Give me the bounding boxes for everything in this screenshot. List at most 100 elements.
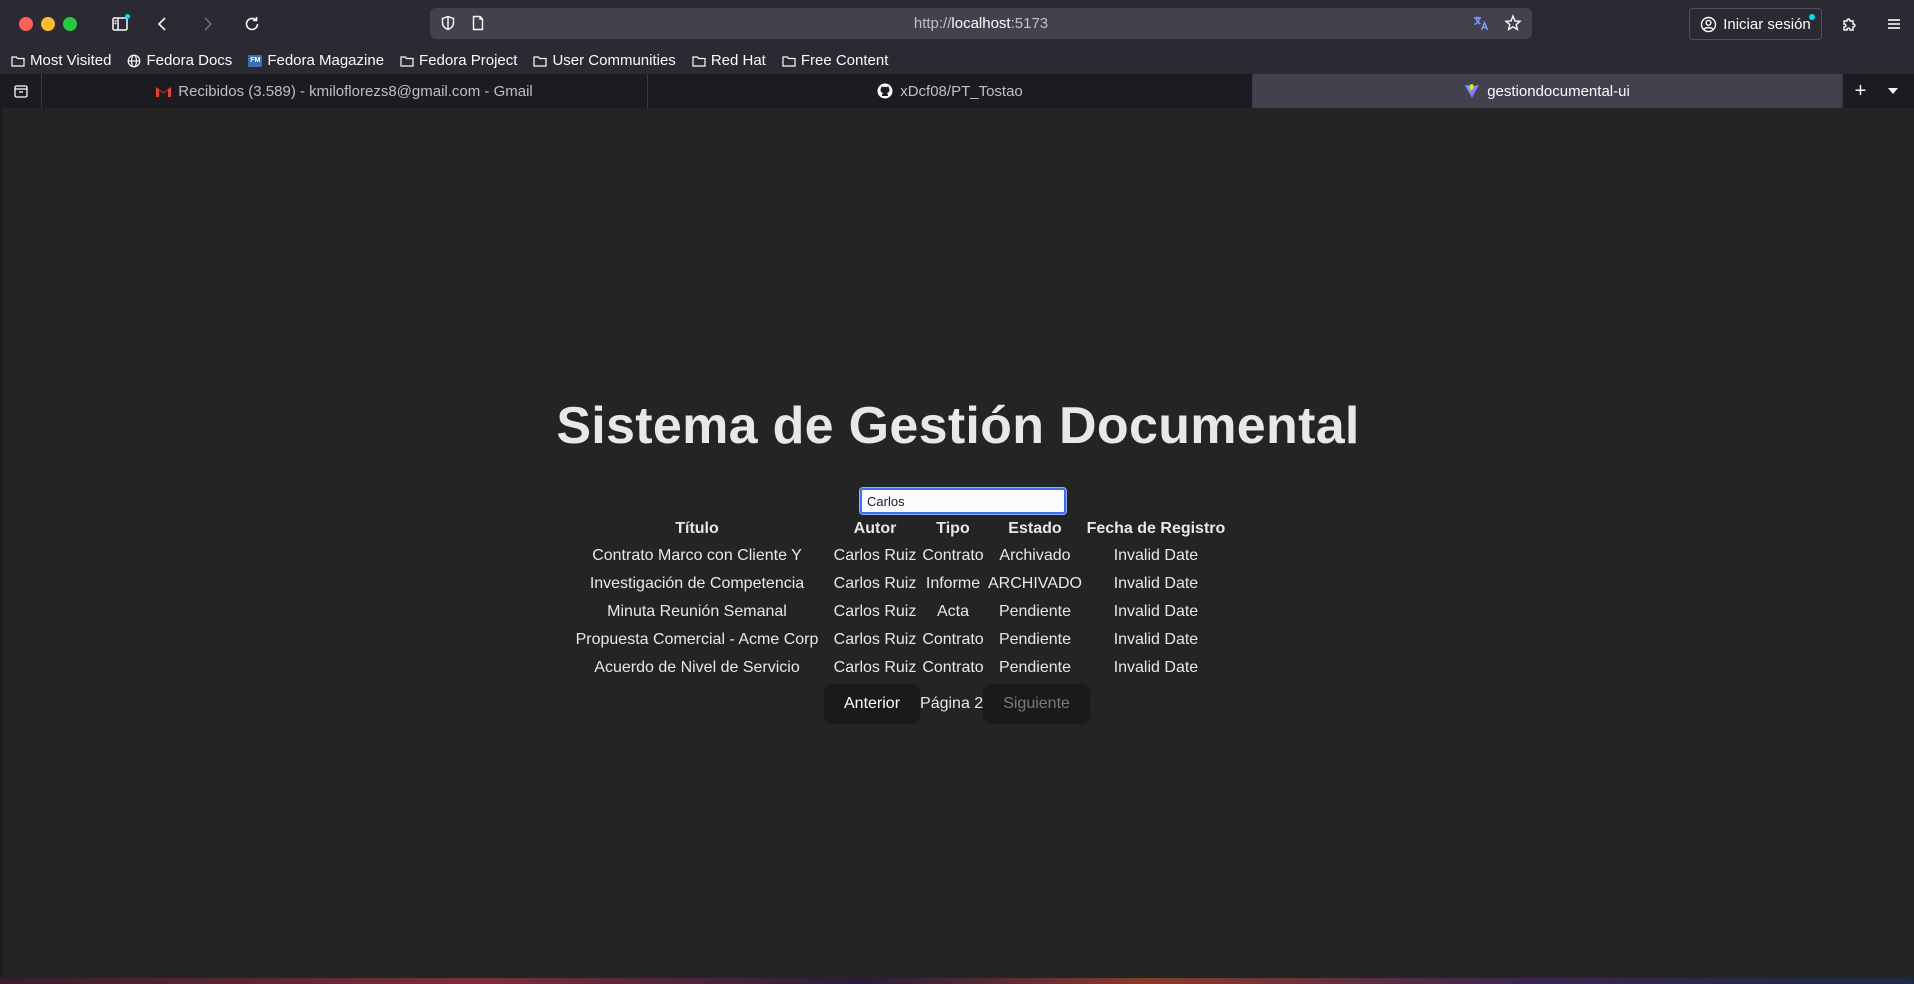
plus-icon: + (1854, 79, 1867, 102)
tracking-shield-icon[interactable] (440, 15, 456, 31)
bookmark-fedora-project[interactable]: Fedora Project (400, 52, 517, 69)
cell-estado: Archivado (999, 547, 1071, 564)
cell-autor: Carlos Ruiz (833, 575, 917, 592)
window-controls (19, 16, 77, 31)
bookmark-label: Most Visited (30, 52, 112, 69)
extensions-puzzle-icon[interactable] (1838, 12, 1862, 36)
tab-github[interactable]: xDcf08/PT_Tostao (648, 74, 1253, 108)
sidebar-toggle-icon[interactable] (108, 12, 132, 36)
close-window-button[interactable] (19, 16, 33, 31)
signin-button[interactable]: Iniciar sesión (1689, 8, 1822, 40)
cell-titulo: Acuerdo de Nivel de Servicio (594, 659, 800, 676)
bookmark-most-visited[interactable]: Most Visited (11, 52, 111, 69)
url-host: localhost (951, 15, 1011, 32)
column-header-fecha: Fecha de Registro (1086, 520, 1226, 537)
cell-autor: Carlos Ruiz (833, 603, 917, 620)
tab-gestiondocumental[interactable]: gestiondocumental-ui (1253, 74, 1842, 108)
cell-fecha: Invalid Date (1113, 547, 1199, 564)
pagination: Anterior Página 2 Siguiente (824, 684, 1090, 724)
cell-estado: ARCHIVADO (988, 575, 1082, 592)
column-header-autor: Autor (853, 520, 897, 537)
column-header-tipo: Tipo (936, 520, 970, 537)
account-icon (1701, 16, 1717, 32)
cell-titulo: Propuesta Comercial - Acme Corp (575, 631, 819, 648)
table-row: Acuerdo de Nivel de Servicio Carlos Ruiz… (566, 655, 1226, 681)
column-header-titulo: Título (675, 520, 719, 537)
bookmark-free-content[interactable]: Free Content (782, 52, 889, 69)
bookmarks-bar: Most Visited Fedora Docs FM Fedora Magaz… (0, 47, 1914, 74)
cell-tipo: Contrato (922, 631, 984, 648)
cell-estado: Pendiente (998, 631, 1071, 648)
table-row: Contrato Marco con Cliente Y Carlos Ruiz… (566, 543, 1226, 569)
bookmark-label: Free Content (800, 52, 889, 69)
bookmark-label: User Communities (552, 52, 676, 69)
bookmark-label: Fedora Project (419, 52, 518, 69)
folder-icon (533, 55, 548, 67)
tab-label: xDcf08/PT_Tostao (900, 82, 1023, 100)
signin-label: Iniciar sesión (1723, 15, 1811, 33)
tab-gmail[interactable]: Recibidos (3.589) - kmiloflorezs8@gmail.… (42, 74, 648, 108)
folder-icon (782, 55, 796, 67)
vite-icon (1465, 84, 1480, 98)
cell-estado: Pendiente (998, 659, 1071, 676)
fedora-magazine-icon: FM (248, 54, 263, 67)
bookmark-fedora-magazine[interactable]: FM Fedora Magazine (248, 52, 384, 69)
bookmark-user-communities[interactable]: User Communities (533, 52, 676, 69)
tab-label: Recibidos (3.589) - kmiloflorezs8@gmail.… (178, 82, 533, 100)
browser-toolbar: http://localhost:5173 Iniciar sesión (0, 0, 1914, 47)
list-all-tabs-chevron-icon[interactable] (1878, 74, 1908, 108)
desktop-wallpaper-edge (0, 978, 1914, 984)
cell-tipo: Contrato (922, 547, 984, 564)
menu-hamburger-icon[interactable] (1882, 12, 1906, 36)
bookmark-star-icon[interactable] (1504, 14, 1522, 32)
gmail-icon (156, 87, 172, 97)
github-icon (877, 83, 893, 99)
globe-icon (128, 54, 141, 67)
cell-autor: Carlos Ruiz (833, 631, 917, 648)
url-scheme: http:// (913, 15, 952, 32)
cell-titulo: Contrato Marco con Cliente Y (592, 547, 802, 564)
bookmark-label: Fedora Magazine (267, 52, 385, 69)
maximize-window-button[interactable] (63, 16, 77, 31)
search-input[interactable] (859, 487, 1067, 515)
cell-titulo: Minuta Reunión Semanal (607, 603, 787, 620)
back-arrow-icon[interactable] (151, 12, 175, 36)
cell-fecha: Invalid Date (1113, 631, 1199, 648)
page-info-icon[interactable] (470, 15, 486, 31)
cell-estado: Pendiente (998, 603, 1071, 620)
cell-tipo: Acta (936, 603, 969, 620)
page-title: Sistema de Gestión Documental (556, 397, 1360, 455)
forward-arrow-icon[interactable] (195, 12, 219, 36)
bookmark-red-hat[interactable]: Red Hat (692, 52, 766, 69)
previous-page-button[interactable]: Anterior (824, 684, 921, 724)
cell-fecha: Invalid Date (1113, 603, 1199, 620)
url-port: :5173 (1010, 15, 1049, 32)
cell-fecha: Invalid Date (1113, 659, 1199, 676)
bookmark-fedora-docs[interactable]: Fedora Docs (127, 52, 232, 69)
translate-icon[interactable] (1472, 14, 1490, 32)
current-page-label: Página 2 (920, 695, 984, 712)
cell-tipo: Contrato (922, 659, 984, 676)
column-header-estado: Estado (1008, 520, 1062, 537)
minimize-window-button[interactable] (41, 16, 55, 31)
documents-table: Título Autor Tipo Estado Fecha de Regist… (562, 515, 1230, 683)
table-row: Propuesta Comercial - Acme Corp Carlos R… (566, 627, 1226, 653)
address-bar[interactable]: http://localhost:5173 (430, 8, 1532, 39)
page-content: Sistema de Gestión Documental Título Aut… (2, 108, 1914, 978)
cell-autor: Carlos Ruiz (833, 547, 917, 564)
tab-label: gestiondocumental-ui (1487, 82, 1630, 100)
cell-autor: Carlos Ruiz (833, 659, 917, 676)
next-page-button[interactable]: Siguiente (983, 684, 1090, 724)
table-row: Investigación de Competencia Carlos Ruiz… (566, 571, 1226, 597)
bookmark-label: Fedora Docs (146, 52, 233, 69)
table-header-row: Título Autor Tipo Estado Fecha de Regist… (566, 517, 1226, 541)
folder-icon (11, 55, 25, 67)
bookmark-label: Red Hat (710, 52, 766, 69)
new-tab-button[interactable]: + (1842, 74, 1878, 108)
folder-icon (692, 55, 706, 67)
folder-icon (400, 55, 414, 67)
tab-strip: Recibidos (3.589) - kmiloflorezs8@gmail.… (0, 74, 1914, 108)
reload-icon[interactable] (240, 12, 264, 36)
tab-overview-icon[interactable] (0, 74, 42, 108)
cell-fecha: Invalid Date (1113, 575, 1199, 592)
